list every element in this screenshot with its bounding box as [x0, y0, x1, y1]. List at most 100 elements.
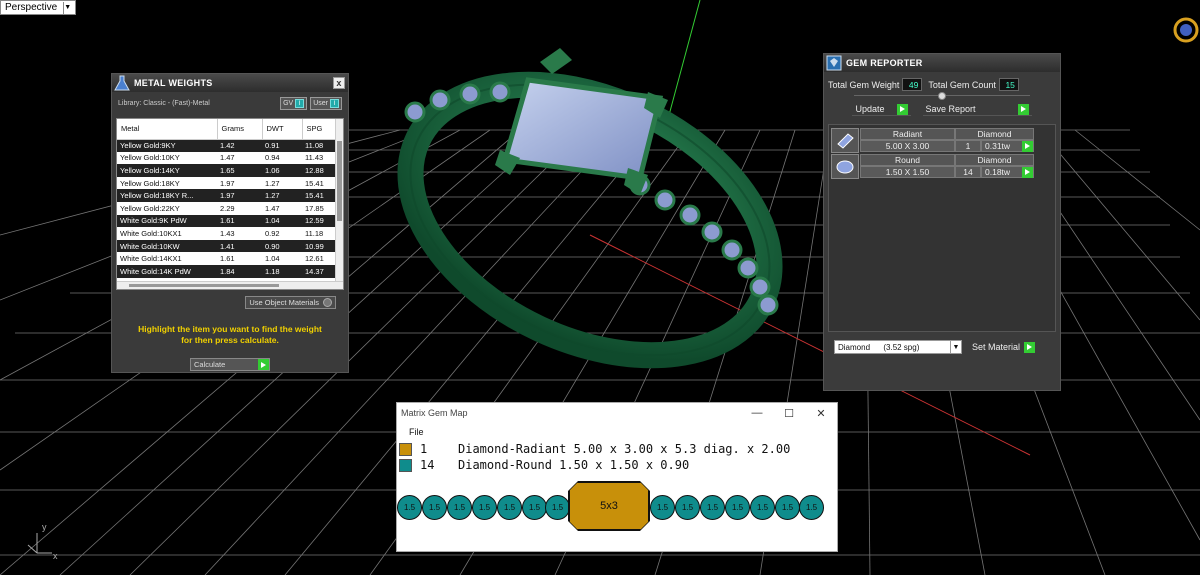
menu-file[interactable]: File [409, 427, 424, 437]
gem-map-strip: 1.5 1.5 1.5 1.5 1.5 1.5 1.5 5x3 1.5 1.5 … [397, 481, 839, 533]
round-gem-marker[interactable]: 1.5 [497, 495, 522, 520]
total-count-label: Total Gem Count [928, 79, 996, 90]
update-button[interactable]: Update [852, 103, 911, 116]
round-gem-marker[interactable]: 1.5 [675, 495, 700, 520]
play-icon [1022, 166, 1033, 178]
table-cell: White Gold:14K PdW [117, 264, 217, 278]
window-title-bar[interactable]: Matrix Gem Map — ☐ ✕ [397, 403, 837, 423]
table-row[interactable]: White Gold:10KW 1.41 0.90 10.99 [117, 239, 337, 253]
table-cell: 14.37 [302, 264, 337, 278]
round-gem-marker[interactable]: 1.5 [750, 495, 775, 520]
gold-swatch [399, 442, 412, 456]
panel-title-bar[interactable]: METAL WEIGHTS x [112, 74, 348, 92]
table-cell: Yellow Gold:9KY [117, 139, 217, 152]
gem-size: 5.00 X 3.00 [860, 140, 955, 152]
maximize-button[interactable]: ☐ [773, 403, 805, 423]
table-cell: 1.97 [217, 176, 262, 190]
table-row[interactable]: White Gold:14KX1 1.61 1.04 12.61 [117, 252, 337, 265]
chevron-down-icon[interactable]: ▼ [63, 1, 71, 14]
axis-indicator-icon [27, 533, 52, 554]
table-cell: White Gold:14KX1 [117, 252, 217, 265]
set-material-button[interactable]: Set Material [972, 341, 1036, 353]
table-row[interactable]: White Gold:14K PdW 1.84 1.18 14.37 [117, 264, 337, 278]
gem-weight[interactable]: 0.31tw [981, 140, 1034, 152]
total-count-value: 15 [998, 78, 1019, 91]
navigation-cube-icon[interactable] [1173, 17, 1199, 43]
round-gem-marker[interactable]: 1.5 [472, 495, 497, 520]
table-cell: 1.47 [217, 151, 262, 165]
gv-toggle[interactable]: GV I [280, 96, 308, 110]
ring-model[interactable] [367, 31, 813, 409]
round-gem-marker[interactable]: 1.5 [397, 495, 422, 520]
user-toggle[interactable]: User I [310, 96, 342, 110]
table-cell: 1.65 [217, 164, 262, 177]
table-cell: 0.92 [262, 227, 302, 240]
column-header[interactable]: Metal [117, 119, 218, 140]
teal-swatch [399, 458, 412, 472]
table-cell: Yellow Gold:14KY [117, 164, 217, 177]
minimize-button[interactable]: — [741, 403, 773, 423]
table-cell: White Gold:10KX1 [117, 227, 217, 240]
gem-weight[interactable]: 0.18tw [981, 166, 1034, 178]
library-label: Library: Classic - (Fast)-Metal [118, 99, 210, 107]
horizontal-scrollbar[interactable] [117, 281, 343, 289]
column-header[interactable]: SPG [302, 119, 338, 140]
play-icon [1024, 341, 1036, 353]
play-icon [896, 103, 908, 115]
material-select[interactable]: Diamond (3.52 spg) ▼ [834, 340, 962, 354]
gem-count: 14 [955, 166, 981, 178]
gem-entry[interactable]: Round Diamond 1.50 X 1.50 14 0.18tw [831, 154, 1053, 179]
gem-entry[interactable]: Radiant Diamond 5.00 X 3.00 1 0.31tw [831, 128, 1053, 153]
table-row[interactable]: White Gold:9K PdW 1.61 1.04 12.59 [117, 214, 337, 228]
table-row[interactable]: White Gold:10KX1 1.43 0.92 11.18 [117, 227, 337, 240]
table-row[interactable]: Yellow Gold:18KY R... 1.97 1.27 15.41 [117, 189, 337, 202]
table-cell: 1.84 [217, 264, 262, 278]
round-gem-marker[interactable]: 1.5 [725, 495, 750, 520]
close-button[interactable]: ✕ [805, 403, 837, 423]
viewport-label[interactable]: Perspective ▼ [0, 0, 77, 15]
gem-list[interactable]: Radiant Diamond 5.00 X 3.00 1 0.31tw Rou… [828, 124, 1056, 332]
table-cell: 1.27 [262, 189, 302, 202]
slider-knob[interactable] [938, 92, 946, 100]
table-cell: 11.43 [302, 151, 337, 165]
table-row[interactable]: Yellow Gold:18KY 1.97 1.27 15.41 [117, 176, 337, 190]
table-row[interactable]: Yellow Gold:14KY 1.65 1.06 12.88 [117, 164, 337, 177]
toggle-icon: I [330, 98, 339, 108]
hint-text: Highlight the item you want to find the … [138, 324, 322, 345]
round-gem-marker[interactable]: 1.5 [650, 495, 675, 520]
close-icon: x [336, 78, 342, 88]
viewport-label-text: Perspective [5, 2, 58, 13]
table-cell: 1.27 [262, 176, 302, 190]
table-cell: 1.04 [262, 214, 302, 228]
calculate-button[interactable]: Calculate [190, 358, 270, 371]
panel-title-bar[interactable]: GEM REPORTER [824, 54, 1060, 72]
column-header[interactable]: DWT [262, 119, 303, 140]
round-gem-marker[interactable]: 1.5 [700, 495, 725, 520]
round-gem-marker[interactable]: 1.5 [775, 495, 800, 520]
use-object-materials-select[interactable]: Use Object Materials [245, 296, 336, 309]
round-gem-marker[interactable]: 1.5 [545, 495, 570, 520]
round-gem-marker[interactable]: 1.5 [522, 495, 547, 520]
list-item: 14 Diamond-Round 1.50 x 1.50 x 0.90 [397, 457, 837, 473]
close-button[interactable]: x [333, 77, 345, 89]
chevron-down-icon[interactable]: ▼ [950, 341, 961, 353]
gem-size: 1.50 X 1.50 [860, 166, 955, 178]
round-gem-marker[interactable]: 1.5 [422, 495, 447, 520]
table-row[interactable]: Yellow Gold:22KY 2.29 1.47 17.85 [117, 201, 337, 215]
round-gem-marker[interactable]: 1.5 [447, 495, 472, 520]
gem-reporter-panel: GEM REPORTER Total Gem Weight 49 Total G… [823, 53, 1061, 391]
vertical-scrollbar[interactable] [335, 119, 343, 289]
window-title: Matrix Gem Map [401, 408, 468, 418]
table-row[interactable]: Yellow Gold:10KY 1.47 0.94 11.43 [117, 151, 337, 165]
table-row[interactable]: Yellow Gold:9KY 1.42 0.91 11.08 [117, 139, 337, 152]
save-report-button[interactable]: Save Report [922, 103, 1032, 116]
metal-table[interactable]: Metal Grams DWT SPG Yellow Gold:9KY 1.42 0… [116, 118, 344, 290]
round-gem-marker[interactable]: 1.5 [799, 495, 824, 520]
table-cell: White Gold:10KW [117, 239, 217, 253]
table-cell: 10.99 [302, 239, 337, 253]
radiant-gem-marker[interactable]: 5x3 [569, 482, 649, 530]
gem-material: Diamond [955, 154, 1034, 166]
report-slider[interactable] [854, 92, 1030, 101]
column-header[interactable]: Grams [217, 119, 263, 140]
table-cell: 17.85 [302, 201, 337, 215]
